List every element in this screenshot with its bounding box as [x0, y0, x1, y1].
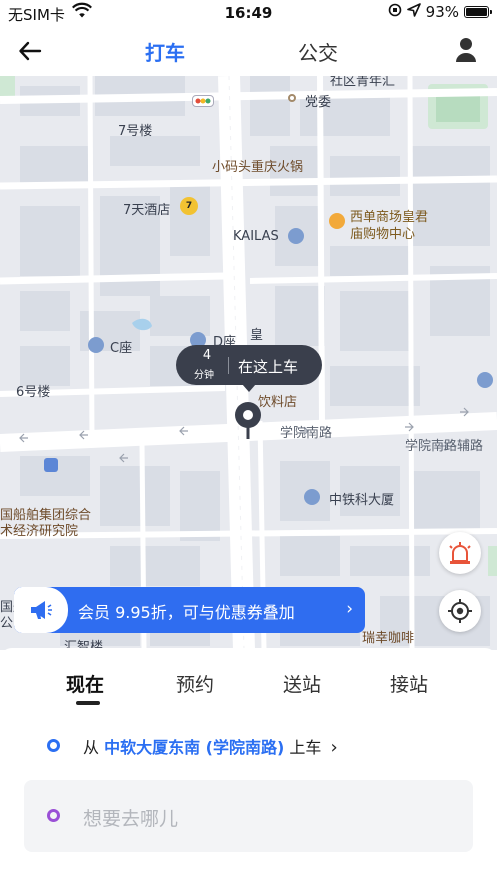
poi-label: 7天酒店: [123, 203, 171, 218]
bus-stop-icon: [44, 458, 58, 472]
back-button[interactable]: [16, 36, 46, 66]
destination-placeholder: 想要去哪儿: [83, 808, 179, 830]
poi-dot-icon: [288, 94, 296, 102]
road-label: 学院南路: [280, 426, 333, 441]
shopping-mall-icon: [329, 213, 345, 229]
pickup-prefix: 从: [83, 738, 100, 757]
tab-bus[interactable]: 公交: [298, 37, 338, 66]
active-tab-indicator: [76, 701, 100, 705]
siren-icon: [449, 542, 471, 564]
locate-button[interactable]: [439, 590, 481, 632]
chevron-right-icon: ›: [330, 737, 338, 758]
megaphone-icon: [14, 587, 68, 633]
bubble-divider: [228, 357, 229, 374]
poi-label: 庙购物中心: [350, 227, 416, 242]
promo-banner[interactable]: 会员 9.95折，可与优惠券叠加 ›: [14, 587, 365, 633]
back-arrow-icon: [19, 41, 42, 61]
poi-label: 小码头重庆火锅: [212, 160, 304, 175]
poi-label: 中铁科大厦: [329, 493, 395, 508]
tab-station-pickup[interactable]: 接站: [390, 670, 428, 697]
home-icon: [477, 372, 493, 388]
profile-button[interactable]: [455, 37, 477, 63]
eta-unit: 分钟: [194, 370, 214, 381]
orientation-lock-icon: [388, 3, 402, 21]
eta-value: 4: [202, 348, 212, 363]
battery-percent: 93%: [425, 3, 459, 21]
crosshair-icon: [448, 599, 472, 623]
pickup-location: 中软大厦东南 (学院南路): [104, 738, 285, 757]
status-bar: 无SIM卡 16:49 93%: [0, 0, 497, 26]
poi-label: 术经济研究院: [0, 524, 79, 539]
poi-label: 党委: [305, 95, 332, 110]
traffic-light-icon: [192, 95, 214, 107]
poi-label: 6号楼: [16, 385, 51, 400]
shop-icon: [288, 228, 304, 244]
alarm-button[interactable]: [439, 532, 481, 574]
pickup-line: 从 中软大厦东南 (学院南路) 上车 ›: [83, 734, 338, 758]
pickup-dot-icon: [47, 739, 60, 752]
poi-label: 皇: [250, 328, 264, 343]
poi-label: 瑞幸咖啡: [362, 631, 415, 646]
nav-bar: 打车 公交: [0, 26, 497, 76]
poi-label: 7号楼: [118, 124, 153, 139]
destination-dot-icon: [47, 809, 60, 822]
poi-label: C座: [110, 341, 133, 356]
pickup-location-row[interactable]: 从 中软大厦东南 (学院南路) 上车 ›: [0, 728, 497, 764]
pickup-pin-icon: [232, 401, 264, 441]
poi-label: KAILAS: [233, 229, 279, 244]
building-icon: [88, 337, 104, 353]
battery-icon: [464, 6, 492, 18]
location-arrow-icon: [406, 3, 421, 21]
promo-text: 会员 9.95折，可与优惠券叠加: [78, 603, 295, 622]
subway-line-icon: 7: [180, 197, 198, 215]
pickup-here-label: 在这上车: [238, 358, 299, 376]
destination-input[interactable]: 想要去哪儿: [24, 780, 473, 852]
tab-reservation[interactable]: 预约: [176, 670, 214, 697]
chevron-right-icon: ›: [346, 599, 353, 619]
status-right: 93%: [388, 3, 492, 21]
tab-station-dropoff[interactable]: 送站: [283, 670, 321, 697]
booking-panel: 现在 预约 送站 接站 从 中软大厦东南 (学院南路) 上车 › 想要去哪儿: [0, 648, 497, 883]
user-icon: [456, 38, 476, 62]
building-icon: [304, 489, 320, 505]
poi-label: 社区青年汇: [330, 76, 396, 89]
map-view[interactable]: 社区青年汇 党委 7号楼 小码头重庆火锅 7天酒店 7 西单商场皇君 庙购物中心…: [0, 76, 497, 650]
road-label: 学院南路辅路: [405, 439, 484, 454]
pickup-bubble[interactable]: 4 分钟 在这上车: [176, 345, 322, 392]
tab-taxi[interactable]: 打车: [145, 37, 185, 66]
tab-now[interactable]: 现在: [66, 670, 104, 697]
pickup-suffix: 上车: [289, 738, 322, 757]
